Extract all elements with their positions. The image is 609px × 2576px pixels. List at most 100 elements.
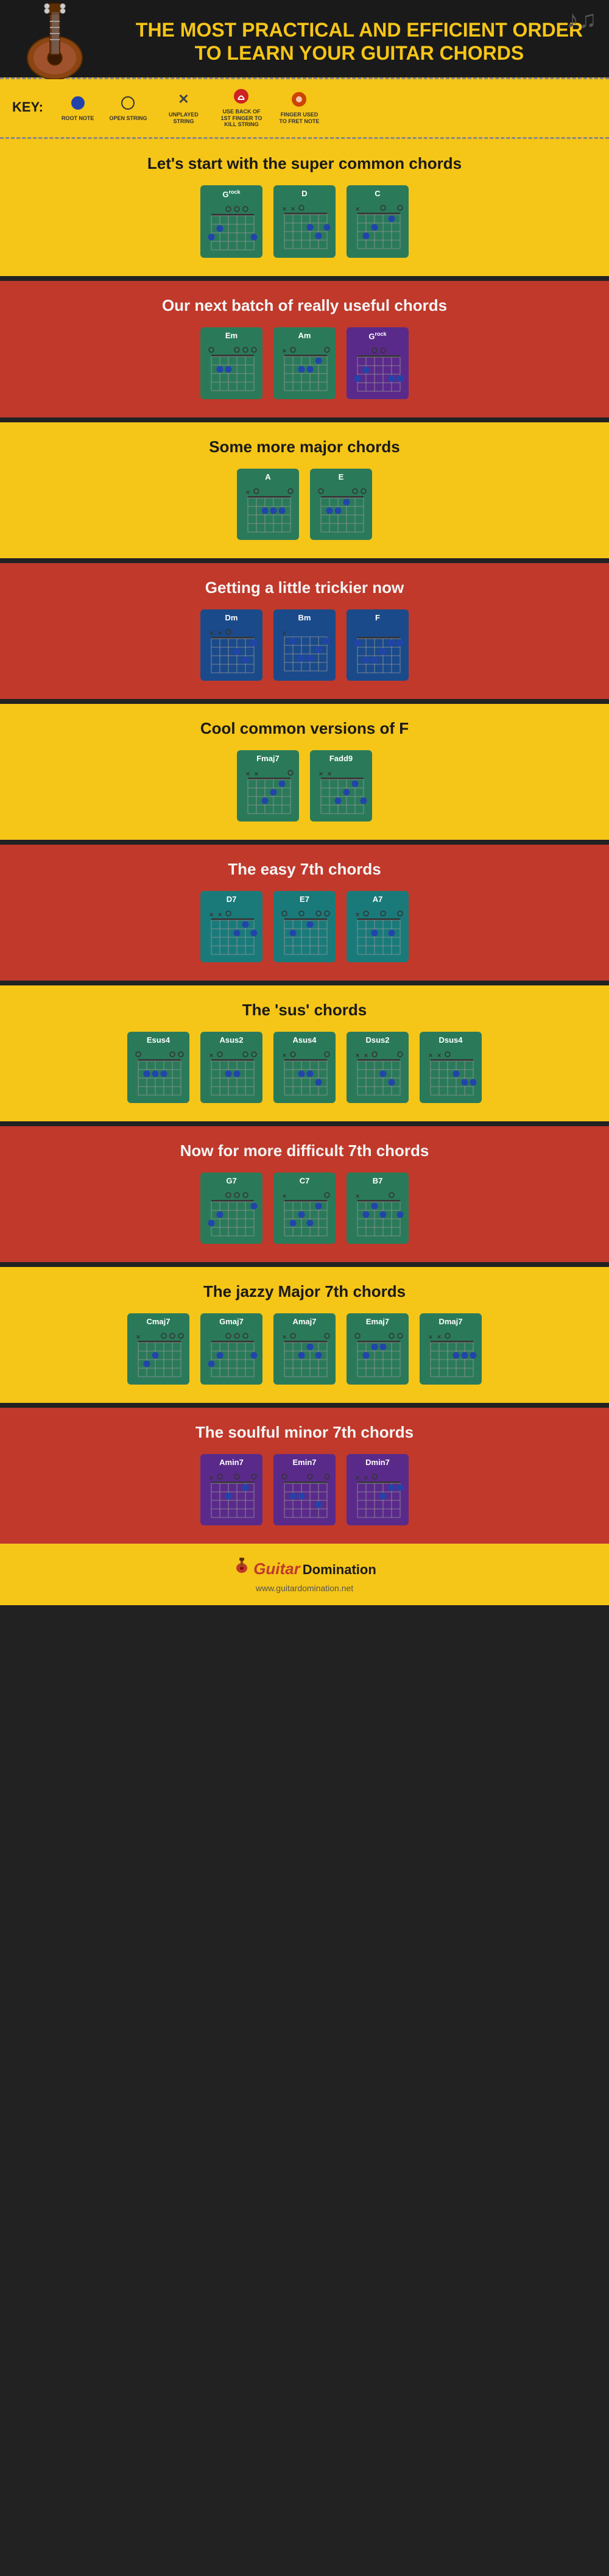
chord-grid-B7: ✕ (350, 1188, 405, 1240)
svg-text:✕: ✕ (209, 1052, 214, 1059)
key-root-note: ROOT NOTE (62, 93, 94, 122)
chord-box-esus4-0: Esus4 (127, 1032, 189, 1103)
chords-row-trickier: Dm✕✕Bm2fr✕F (200, 609, 409, 681)
chord-name-Cmaj7: Cmaj7 (146, 1317, 170, 1326)
guitar-illustration (6, 0, 116, 79)
chord-diagram-A: ✕ (241, 484, 295, 536)
chord-box-c-2: C✕ (347, 185, 409, 257)
chord-grid-E (314, 484, 368, 536)
chord-name-Gmaj7: Gmaj7 (219, 1317, 244, 1326)
chord-box-dmaj7-4: Dmaj7✕✕ (420, 1313, 482, 1385)
svg-text:✕: ✕ (428, 1052, 433, 1059)
fret-note-desc: FINGER USED TO FRET NOTE (278, 112, 320, 125)
fret-note-symbol (289, 90, 309, 109)
chord-grid-Em (204, 342, 259, 395)
section-major-chords: Some more major chordsA✕E (0, 422, 609, 558)
section-title-super-common: Let's start with the super common chords (147, 154, 462, 173)
svg-text:✕: ✕ (217, 630, 222, 636)
section-easy-7th: The easy 7th chordsD7✕✕E7A7✕ (0, 845, 609, 981)
section-title-jazzy-maj7: The jazzy Major 7th chords (203, 1282, 406, 1301)
footer-logo-guitar: Guitar (253, 1559, 300, 1578)
unplayed-symbol: ✕ (174, 90, 193, 109)
chord-diagram-F (350, 625, 405, 677)
sections-container: Let's start with the super common chords… (0, 139, 609, 1544)
chord-name-D: D (301, 189, 307, 198)
chord-grid-Fmaj7: ✕✕ (241, 765, 295, 818)
svg-text:✕: ✕ (209, 630, 214, 636)
open-string-symbol (118, 93, 138, 113)
chord-diagram-E (314, 484, 368, 536)
section-really-useful: Our next batch of really useful chordsEm… (0, 281, 609, 417)
section-divider (0, 417, 609, 422)
svg-text:✕: ✕ (327, 771, 332, 777)
chord-box-a7-2: A7✕ (347, 891, 409, 962)
chord-grid-G_rock2 (350, 343, 405, 396)
section-title-cool-f: Cool common versions of F (200, 719, 409, 738)
chord-diagram-C7: ✕ (277, 1188, 332, 1240)
svg-text:✕: ✕ (355, 1193, 360, 1199)
chord-diagram-B7: ✕ (350, 1188, 405, 1240)
svg-text:✕: ✕ (282, 206, 287, 212)
chord-grid-Dm: ✕✕ (204, 625, 259, 677)
chord-name-Fmaj7: Fmaj7 (256, 754, 280, 763)
root-note-symbol (68, 93, 88, 113)
svg-text:✕: ✕ (282, 1052, 287, 1059)
section-cool-f: Cool common versions of FFmaj7✕✕Fadd9✕✕ (0, 704, 609, 840)
chord-diagram-Emin7 (277, 1469, 332, 1522)
chord-box-emaj7-3: Emaj7 (347, 1313, 409, 1385)
chord-diagram-Fadd9: ✕✕ (314, 765, 368, 818)
chord-box-e-1: E (310, 469, 372, 540)
svg-text:✕: ✕ (282, 348, 287, 354)
music-notes-decoration: ♪♫ (566, 6, 597, 34)
svg-text:✕: ✕ (136, 1334, 141, 1340)
chord-name-E7: E7 (300, 895, 309, 904)
chord-box-g-2: Grock (347, 327, 409, 399)
chord-grid-C: ✕ (350, 200, 405, 253)
section-title-trickier: Getting a little trickier now (205, 578, 404, 597)
chord-diagram-C: ✕ (350, 200, 405, 253)
section-trickier: Getting a little trickier nowDm✕✕Bm2fr✕F (0, 563, 609, 699)
chord-diagram-Am: ✕ (277, 342, 332, 395)
unplayed-desc: UNPLAYED STRING (162, 112, 205, 125)
chord-box-c7-1: C7✕ (273, 1173, 336, 1244)
chord-box-emin7-1: Emin7 (273, 1454, 336, 1525)
chord-name-Asus2: Asus2 (219, 1035, 243, 1045)
chord-grid-A: ✕ (241, 484, 295, 536)
svg-text:✕: ✕ (217, 912, 222, 918)
section-soulful-min7: The soulful minor 7th chordsAmin7✕Emin7D… (0, 1408, 609, 1544)
svg-text:✕: ✕ (355, 1052, 360, 1059)
chord-name-G: Grock (368, 331, 386, 341)
chord-grid-Am: ✕ (277, 342, 332, 395)
key-fret-note: FINGER USED TO FRET NOTE (278, 90, 320, 125)
open-string-desc: OPEN STRING (109, 115, 147, 122)
svg-text:✕: ✕ (319, 771, 323, 777)
chord-grid-Amaj7: ✕ (277, 1329, 332, 1381)
chord-grid-C7: ✕ (277, 1188, 332, 1240)
chord-diagram-Asus4: ✕ (277, 1047, 332, 1099)
svg-text:✕: ✕ (355, 1475, 360, 1481)
key-items: ROOT NOTE OPEN STRING ✕ UNPLAYED STRING (62, 87, 321, 128)
section-divider (0, 276, 609, 281)
svg-text:✕: ✕ (282, 1334, 287, 1340)
chord-box-cmaj7-0: Cmaj7 ✕ (127, 1313, 189, 1385)
chord-grid-G7 (204, 1188, 259, 1240)
chord-box-amin7-0: Amin7✕ (200, 1454, 262, 1525)
svg-text:✕: ✕ (364, 1475, 368, 1481)
key-open-string: OPEN STRING (109, 93, 147, 122)
svg-text:✕: ✕ (355, 206, 360, 212)
chords-row-easy-7th: D7✕✕ E7 A7✕ (200, 891, 409, 962)
chord-grid-Asus4: ✕ (277, 1047, 332, 1099)
chords-row-major-chords: A✕E (237, 469, 372, 540)
chord-name-Em: Em (225, 331, 238, 340)
chord-diagram-G (204, 202, 259, 254)
footer: Guitar Domination www.guitardomination.n… (0, 1544, 609, 1605)
section-super-common: Let's start with the super common chords… (0, 139, 609, 275)
chord-name-Dm: Dm (225, 613, 238, 622)
chord-box-d7-0: D7✕✕ (200, 891, 262, 962)
svg-text:✕: ✕ (209, 1475, 214, 1481)
svg-text:✕: ✕ (282, 630, 287, 636)
chords-row-difficult-7th: G7C7✕B7✕ (200, 1173, 409, 1244)
chord-grid-Dmin7: ✕✕ (350, 1469, 405, 1522)
chord-grid-Emin7 (277, 1469, 332, 1522)
chord-grid-Fadd9: ✕✕ (314, 765, 368, 818)
